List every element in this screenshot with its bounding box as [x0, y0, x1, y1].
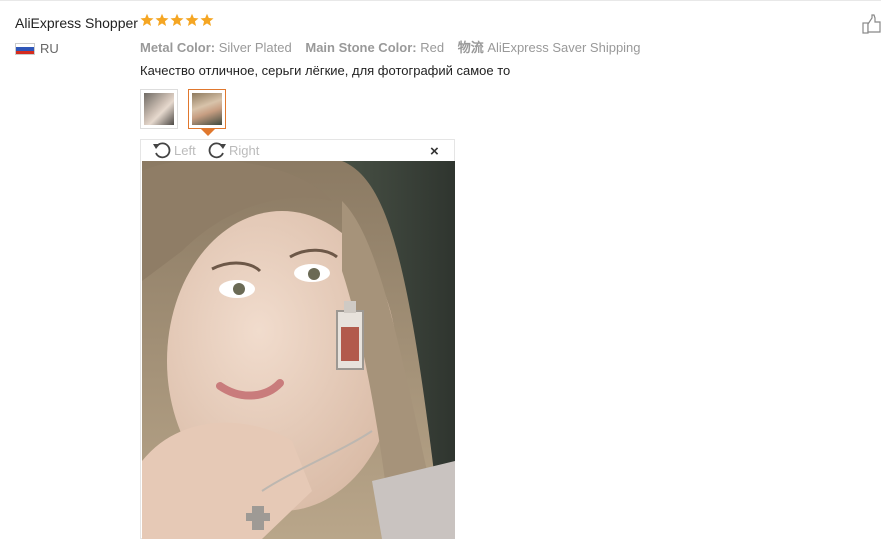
review-text: Качество отличное, серьги лёгкие, для фо… — [140, 63, 511, 78]
photo-viewer-toolbar: Left Right × — [141, 140, 454, 161]
rotate-right-icon — [208, 142, 226, 159]
star-icon — [170, 13, 184, 26]
review-photo-image — [142, 161, 455, 539]
close-icon[interactable]: × — [430, 143, 439, 160]
country-code: RU — [40, 41, 59, 56]
shipping-label: 物流 — [457, 40, 484, 55]
reviewer-name: AliExpress Shopper — [15, 15, 138, 31]
review-photo-thumbnail-selected[interactable] — [188, 89, 226, 129]
rating-stars — [140, 13, 214, 27]
review-photo-thumbnail[interactable] — [140, 89, 178, 129]
attr-value-stone-color: Red — [420, 40, 445, 55]
review-attributes: Metal Color: Silver Plated Main Stone Co… — [140, 37, 651, 56]
star-icon — [155, 13, 169, 26]
shipping-method: AliExpress Saver Shipping — [487, 40, 641, 55]
attr-key-metal-color: Metal Color: — [140, 40, 216, 55]
star-icon — [185, 13, 199, 26]
thumbs-up-icon[interactable] — [862, 14, 881, 34]
star-icon — [140, 13, 154, 26]
thumbnail-image — [144, 93, 174, 125]
russia-flag-icon — [15, 43, 35, 55]
rotate-left-button[interactable]: Left — [152, 141, 196, 159]
top-divider — [0, 0, 881, 1]
rotate-left-icon — [153, 142, 171, 159]
attr-key-stone-color: Main Stone Color: — [305, 40, 417, 55]
attr-value-metal-color: Silver Plated — [218, 40, 292, 55]
rotate-right-button[interactable]: Right — [207, 141, 259, 159]
photo-viewer: Left Right × — [140, 139, 455, 539]
review-photo-large — [142, 161, 455, 539]
star-icon — [200, 13, 214, 26]
selected-thumbnail-caret — [201, 129, 215, 136]
thumbnail-image — [192, 93, 222, 125]
rotate-right-label: Right — [229, 142, 260, 158]
rotate-left-label: Left — [174, 142, 196, 158]
